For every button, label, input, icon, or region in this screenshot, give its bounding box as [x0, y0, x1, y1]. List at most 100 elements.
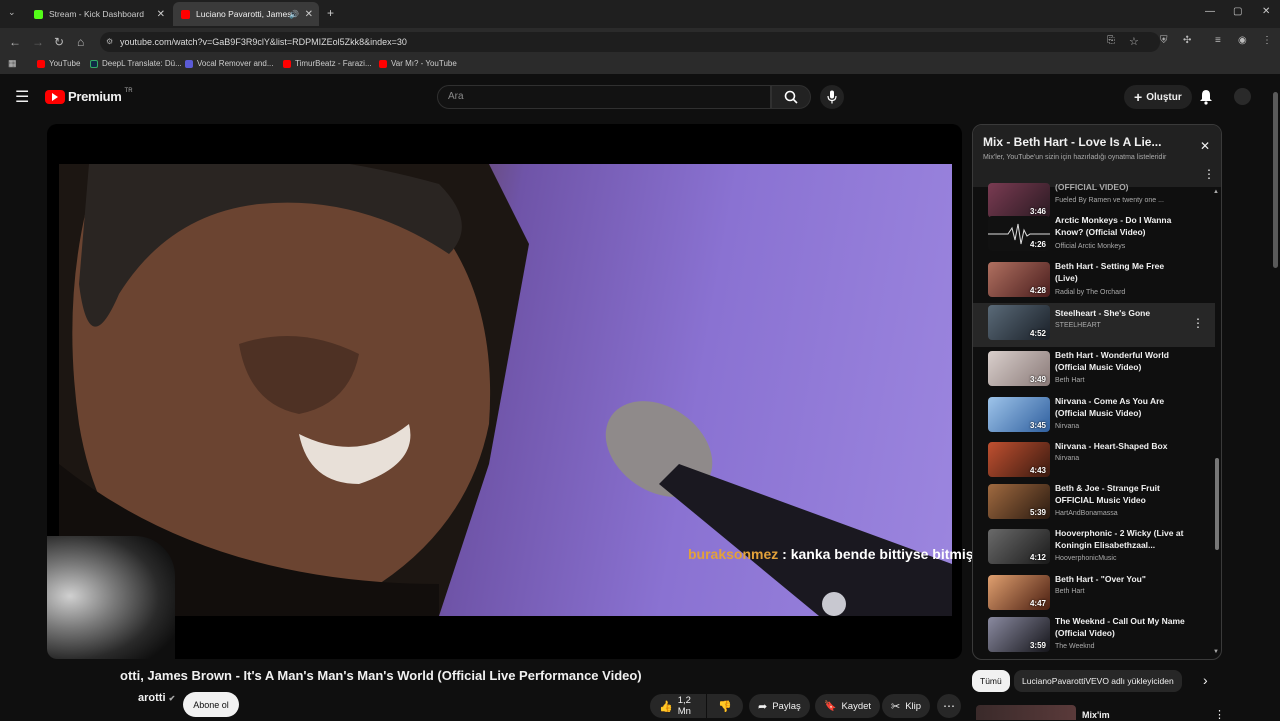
playlist-item[interactable]: 4:43 Nirvana - Heart-Shaped Box Nirvana [973, 440, 1215, 484]
minimize-icon[interactable]: — [1205, 6, 1215, 17]
search-icon [784, 90, 798, 104]
bookmark-label: TimurBeatz - Farazi... [295, 59, 372, 68]
playlist-item[interactable]: 3:45 Nirvana - Come As You Are (Official… [973, 395, 1215, 439]
chips-next-arrow-icon[interactable]: › [1203, 672, 1208, 688]
share-arrow-icon: ➦ [758, 700, 768, 713]
bookmark-youtube[interactable]: YouTube [37, 59, 80, 68]
notifications-bell-icon[interactable] [1199, 89, 1213, 105]
playlist-item[interactable]: 3:49 Beth Hart - Wonderful World (Offici… [973, 349, 1215, 393]
chip-uploader[interactable]: LucianoPavarottiVEVO adlı yükleyiciden [1014, 670, 1182, 692]
channel-name[interactable]: arotti ✔ [138, 692, 175, 704]
search-input[interactable]: Ara [437, 85, 771, 109]
youtube-header: ☰ Premium TR Ara + Oluştur [0, 74, 1280, 120]
more-actions-button[interactable]: ⋯ [937, 694, 961, 718]
scroll-down-arrow-icon[interactable]: ▼ [1213, 649, 1219, 655]
clip-label: Klip [905, 700, 922, 712]
duration-badge: 3:59 [1029, 641, 1046, 650]
item-title: Nirvana - Heart-Shaped Box [1055, 441, 1168, 451]
save-button[interactable]: 🔖 Kaydet [815, 694, 881, 718]
playlist-title[interactable]: Mix - Beth Hart - Love Is A Lie... [983, 135, 1161, 149]
item-channel: The Weeknd [1055, 643, 1095, 650]
bookmark-deepl[interactable]: DeepL Translate: Dü... [90, 59, 182, 68]
clip-button[interactable]: ✂ Klip [882, 694, 931, 718]
maximize-icon[interactable]: ▢ [1233, 6, 1242, 17]
playlist-item[interactable]: 4:12 Hooverphonic - 2 Wicky (Live at Kon… [973, 527, 1215, 571]
install-app-icon[interactable]: ⎘ [1107, 35, 1115, 46]
playlist-item[interactable]: 3:59 The Weeknd - Call Out My Name (Offi… [973, 615, 1215, 659]
duration-badge: 4:26 [1029, 240, 1046, 249]
playlist-header: Mix - Beth Hart - Love Is A Lie... Mix'l… [973, 125, 1221, 187]
page-scrollbar[interactable] [1273, 92, 1278, 268]
share-button[interactable]: ➦ Paylaş [749, 694, 810, 718]
profile-icon[interactable]: ◉ [1238, 35, 1247, 46]
site-info-icon[interactable]: ⚙ [106, 32, 113, 52]
avatar[interactable] [1234, 88, 1251, 105]
playlist-item[interactable]: 5:39 Beth & Joe - Strange Fruit OFFICIAL… [973, 482, 1215, 526]
speaker-icon[interactable]: 🔊 [289, 10, 299, 19]
chip-all[interactable]: Tümü [972, 670, 1010, 692]
item-menu-icon[interactable]: ⋮ [1192, 316, 1204, 330]
playlist-item[interactable]: 4:47 Beth Hart - "Over You" Beth Hart [973, 573, 1215, 617]
close-playlist-icon[interactable]: ✕ [1200, 139, 1210, 153]
item-title: Beth Hart - "Over You" [1055, 574, 1146, 584]
item-channel: Fueled By Ramen ve twenty one ... [1055, 197, 1164, 204]
window-close-icon[interactable]: ✕ [1262, 6, 1270, 17]
bookmark-var-mi[interactable]: Var Mı? - YouTube [379, 59, 457, 68]
apps-grid-icon[interactable]: ▦ [8, 58, 17, 69]
tab-title: Luciano Pavarotti, James Bro [196, 9, 292, 19]
hamburger-menu-icon[interactable]: ☰ [15, 87, 29, 107]
item-title: Beth Hart - Setting Me Free (Live) [1055, 261, 1165, 283]
channel-name-text: arotti [138, 692, 166, 704]
share-label: Paylaş [772, 700, 801, 712]
video-thumbnail: 3:46 [988, 183, 1050, 218]
subscribe-button[interactable]: Abone ol [183, 692, 239, 717]
like-button[interactable]: 👍 1,2 Mn [650, 694, 706, 718]
next-recommendation-thumbnail[interactable] [976, 705, 1076, 720]
media-control-icon[interactable]: ≡ [1215, 35, 1221, 46]
search-button[interactable] [771, 85, 811, 109]
youtube-icon [283, 59, 291, 68]
video-thumbnail: 4:43 [988, 442, 1050, 477]
new-tab-plus-icon[interactable]: + [327, 6, 334, 20]
video-player[interactable] [47, 124, 962, 659]
duration-badge: 4:52 [1029, 329, 1046, 338]
playlist-item[interactable]: 4:26 Arctic Monkeys - Do I Wanna Know? (… [973, 214, 1215, 258]
item-channel: Nirvana [1055, 455, 1080, 462]
close-tab-icon[interactable]: ✕ [305, 9, 313, 20]
duration-badge: 5:39 [1029, 508, 1046, 517]
thumbs-up-icon: 👍 [659, 700, 673, 713]
chat-overlay-message: buraksonmez : kanka bende bittiyse bitmi… [688, 546, 988, 562]
tab-search-icon[interactable]: ⌄ [8, 7, 16, 18]
create-button[interactable]: + Oluştur [1124, 85, 1192, 109]
back-arrow-icon[interactable]: ← [9, 35, 21, 49]
shield-extension-icon[interactable]: ⛨ [1160, 35, 1168, 46]
browser-menu-icon[interactable]: ⋮ [1262, 35, 1272, 46]
dislike-button[interactable]: 👎 [707, 694, 743, 718]
recommendation-menu-icon[interactable]: ⋮ [1214, 708, 1225, 721]
extensions-puzzle-icon[interactable]: ✣ [1183, 35, 1191, 46]
item-title: The Weeknd - Call Out My Name (Official … [1055, 616, 1185, 638]
bookmark-label: Vocal Remover and... [197, 59, 274, 68]
next-recommendation-title: Mix'im [1082, 710, 1110, 720]
bookmark-timurbeatz[interactable]: TimurBeatz - Farazi... [283, 59, 372, 68]
playlist-item-hovered[interactable]: 4:52 Steelheart - She's Gone STEELHEART … [973, 303, 1215, 347]
reload-icon[interactable]: ↻ [54, 35, 64, 49]
tab-youtube-active[interactable]: Luciano Pavarotti, James Bro 🔊 ✕ [173, 2, 319, 26]
forward-arrow-icon[interactable]: → [32, 35, 44, 49]
url-field[interactable]: ⚙ youtube.com/watch?v=GaB9F3R9clY&list=R… [100, 32, 1160, 52]
like-count: 1,2 Mn [677, 695, 691, 717]
bookmark-star-icon[interactable]: ☆ [1129, 35, 1139, 48]
bookmark-vocal-remover[interactable]: Vocal Remover and... [185, 59, 273, 68]
home-icon[interactable]: ⌂ [77, 35, 84, 49]
voice-search-button[interactable] [820, 85, 844, 109]
tab-kick[interactable]: Stream - Kick Dashboard ✕ [26, 2, 171, 26]
playlist-scrollbar[interactable] [1215, 458, 1219, 550]
duration-badge: 4:12 [1029, 553, 1046, 562]
close-tab-icon[interactable]: ✕ [157, 9, 165, 20]
youtube-logo[interactable]: Premium TR [45, 88, 133, 104]
vocal-remover-icon [185, 59, 193, 68]
search-placeholder: Ara [448, 91, 464, 102]
scroll-up-arrow-icon[interactable]: ▲ [1213, 189, 1219, 195]
playlist-menu-icon[interactable]: ⋮ [1203, 167, 1215, 181]
playlist-item[interactable]: 4:28 Beth Hart - Setting Me Free (Live) … [973, 260, 1215, 304]
